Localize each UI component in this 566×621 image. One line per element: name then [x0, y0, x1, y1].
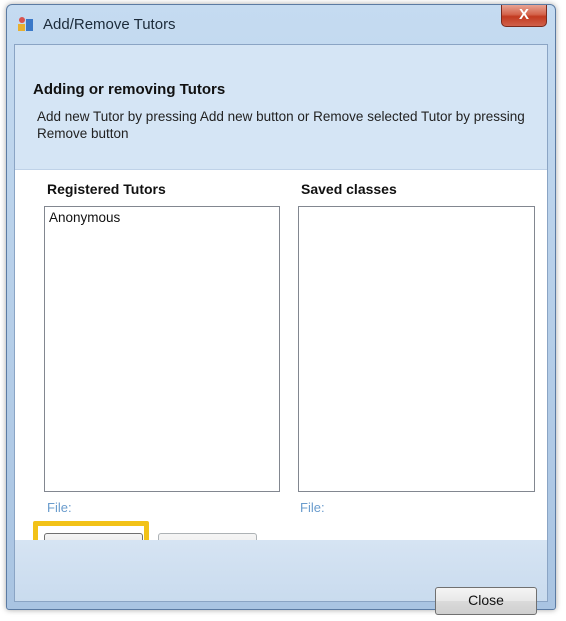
registered-tutors-list[interactable]: Anonymous — [44, 206, 280, 492]
saved-classes-label: Saved classes — [301, 181, 397, 197]
close-window-button[interactable]: X — [501, 5, 547, 27]
add-remove-tutors-dialog: Add/Remove Tutors X Adding or removing T… — [6, 4, 556, 615]
title-bar: Add/Remove Tutors X — [7, 5, 555, 43]
registered-tutors-label: Registered Tutors — [47, 181, 166, 197]
body-panel: Registered Tutors Anonymous File: Saved … — [15, 170, 547, 540]
header-title: Adding or removing Tutors — [33, 81, 226, 98]
classes-file-label: File: — [300, 500, 325, 515]
saved-classes-list[interactable] — [298, 206, 535, 492]
close-button[interactable]: Close — [435, 587, 537, 615]
list-item[interactable]: Anonymous — [45, 207, 279, 228]
header-panel: Adding or removing Tutors Add new Tutor … — [15, 45, 547, 170]
window-title: Add/Remove Tutors — [43, 16, 176, 33]
header-description: Add new Tutor by pressing Add new button… — [37, 109, 525, 141]
app-icon — [18, 17, 33, 31]
tutor-file-label: File: — [47, 500, 72, 515]
dialog-client-area: Adding or removing Tutors Add new Tutor … — [14, 44, 548, 615]
